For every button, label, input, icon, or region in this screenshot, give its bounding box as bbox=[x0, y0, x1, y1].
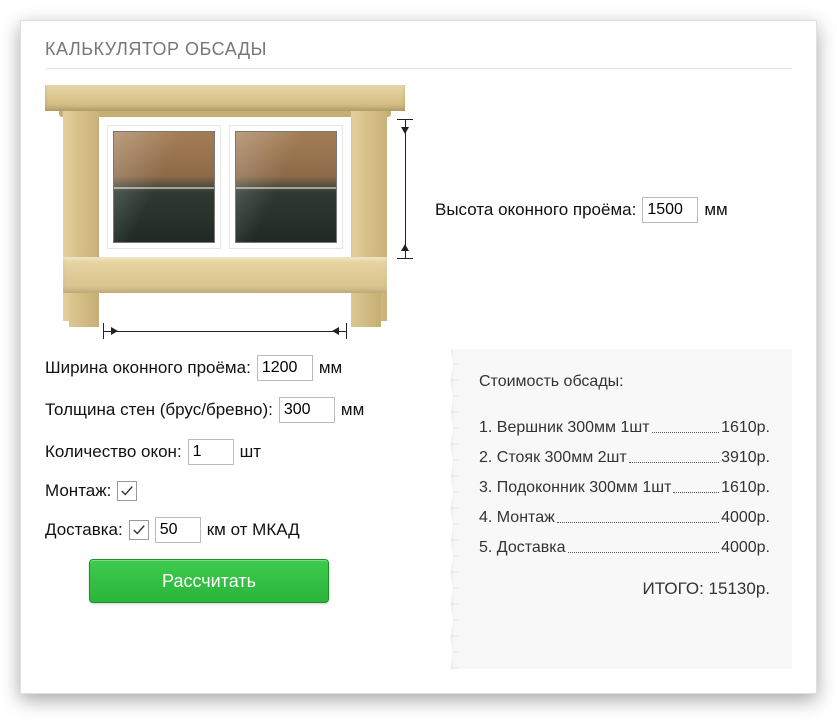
cost-panel: Стоимость обсады: 1. Вершник 300мм 1шт 1… bbox=[453, 349, 792, 669]
thickness-input[interactable] bbox=[279, 397, 335, 423]
cost-item-num: 2. bbox=[479, 449, 492, 467]
cost-item-num: 1. bbox=[479, 419, 492, 437]
cost-item: 4. Монтаж 4000р. bbox=[479, 509, 770, 527]
sill bbox=[63, 257, 387, 293]
cost-item-num: 5. bbox=[479, 539, 492, 557]
cost-item-name: Подоконник 300мм 1шт bbox=[497, 479, 672, 497]
dots-icon bbox=[568, 539, 720, 553]
width-unit: мм bbox=[319, 358, 342, 378]
window-illustration bbox=[45, 85, 405, 335]
delivery-row: Доставка: км от МКАД bbox=[45, 517, 415, 543]
cost-item-name: Вершник 300мм 1шт bbox=[497, 419, 650, 437]
qty-input[interactable] bbox=[188, 439, 234, 465]
install-row: Монтаж: bbox=[45, 481, 415, 501]
total-value: 15130р. bbox=[709, 579, 770, 598]
window-frame bbox=[99, 117, 351, 257]
height-input[interactable] bbox=[642, 197, 698, 223]
height-unit: мм bbox=[704, 200, 727, 220]
cost-item: 2. Стояк 300мм 2шт 3910р. bbox=[479, 449, 770, 467]
cost-item-name: Стояк 300мм 2шт bbox=[497, 449, 627, 467]
delivery-label: Доставка: bbox=[45, 520, 123, 540]
cost-item-price: 4000р. bbox=[721, 509, 770, 527]
dots-icon bbox=[629, 449, 719, 463]
page-title: КАЛЬКУЛЯТОР ОБСАДЫ bbox=[45, 39, 792, 60]
pane-right bbox=[229, 125, 343, 249]
top-beam bbox=[45, 85, 405, 111]
dimension-horizontal-icon bbox=[99, 323, 351, 339]
height-field: Высота оконного проёма: мм bbox=[435, 197, 728, 223]
cost-item-price: 1610р. bbox=[721, 419, 770, 437]
cost-item-price: 1610р. bbox=[721, 479, 770, 497]
cost-item-num: 4. bbox=[479, 509, 492, 527]
calculator-card: КАЛЬКУЛЯТОР ОБСАДЫ bbox=[20, 20, 817, 694]
thickness-label: Толщина стен (брус/бревно): bbox=[45, 400, 273, 420]
cost-item: 3. Подоконник 300мм 1шт 1610р. bbox=[479, 479, 770, 497]
cost-item: 1. Вершник 300мм 1шт 1610р. bbox=[479, 419, 770, 437]
dots-icon bbox=[673, 479, 719, 493]
calculate-button[interactable]: Рассчитать bbox=[89, 559, 329, 603]
check-icon bbox=[132, 523, 146, 537]
delivery-unit: км от МКАД bbox=[207, 520, 300, 540]
width-input[interactable] bbox=[257, 355, 313, 381]
qty-row: Количество окон: шт bbox=[45, 439, 415, 465]
width-row: Ширина оконного проёма: мм bbox=[45, 355, 415, 381]
form-column: Ширина оконного проёма: мм Толщина стен … bbox=[45, 349, 415, 603]
dots-icon bbox=[652, 419, 720, 433]
cost-item-name: Доставка bbox=[497, 539, 566, 557]
cost-item-price: 4000р. bbox=[721, 539, 770, 557]
width-label: Ширина оконного проёма: bbox=[45, 358, 251, 378]
total-label: ИТОГО: bbox=[643, 579, 704, 598]
top-row: Высота оконного проёма: мм bbox=[45, 85, 792, 335]
total-row: ИТОГО: 15130р. bbox=[479, 579, 770, 599]
divider bbox=[45, 68, 792, 69]
cost-item-name: Монтаж bbox=[497, 509, 555, 527]
thickness-unit: мм bbox=[341, 400, 364, 420]
delivery-km-input[interactable] bbox=[155, 517, 201, 543]
qty-label: Количество окон: bbox=[45, 442, 182, 462]
cost-item-num: 3. bbox=[479, 479, 492, 497]
pane-left bbox=[107, 125, 221, 249]
thickness-row: Толщина стен (брус/бревно): мм bbox=[45, 397, 415, 423]
delivery-checkbox[interactable] bbox=[129, 520, 149, 540]
qty-unit: шт bbox=[240, 442, 261, 462]
dots-icon bbox=[557, 509, 719, 523]
cost-item-price: 3910р. bbox=[721, 449, 770, 467]
check-icon bbox=[120, 484, 134, 498]
install-label: Монтаж: bbox=[45, 481, 111, 501]
install-checkbox[interactable] bbox=[117, 481, 137, 501]
cost-item: 5. Доставка 4000р. bbox=[479, 539, 770, 557]
dimension-vertical-icon bbox=[397, 115, 413, 263]
height-label: Высота оконного проёма: bbox=[435, 200, 636, 220]
leg-right bbox=[351, 293, 381, 327]
cost-list: 1. Вершник 300мм 1шт 1610р. 2. Стояк 300… bbox=[479, 419, 770, 557]
below-row: Ширина оконного проёма: мм Толщина стен … bbox=[45, 349, 792, 669]
leg-left bbox=[69, 293, 99, 327]
cost-title: Стоимость обсады: bbox=[479, 373, 770, 391]
